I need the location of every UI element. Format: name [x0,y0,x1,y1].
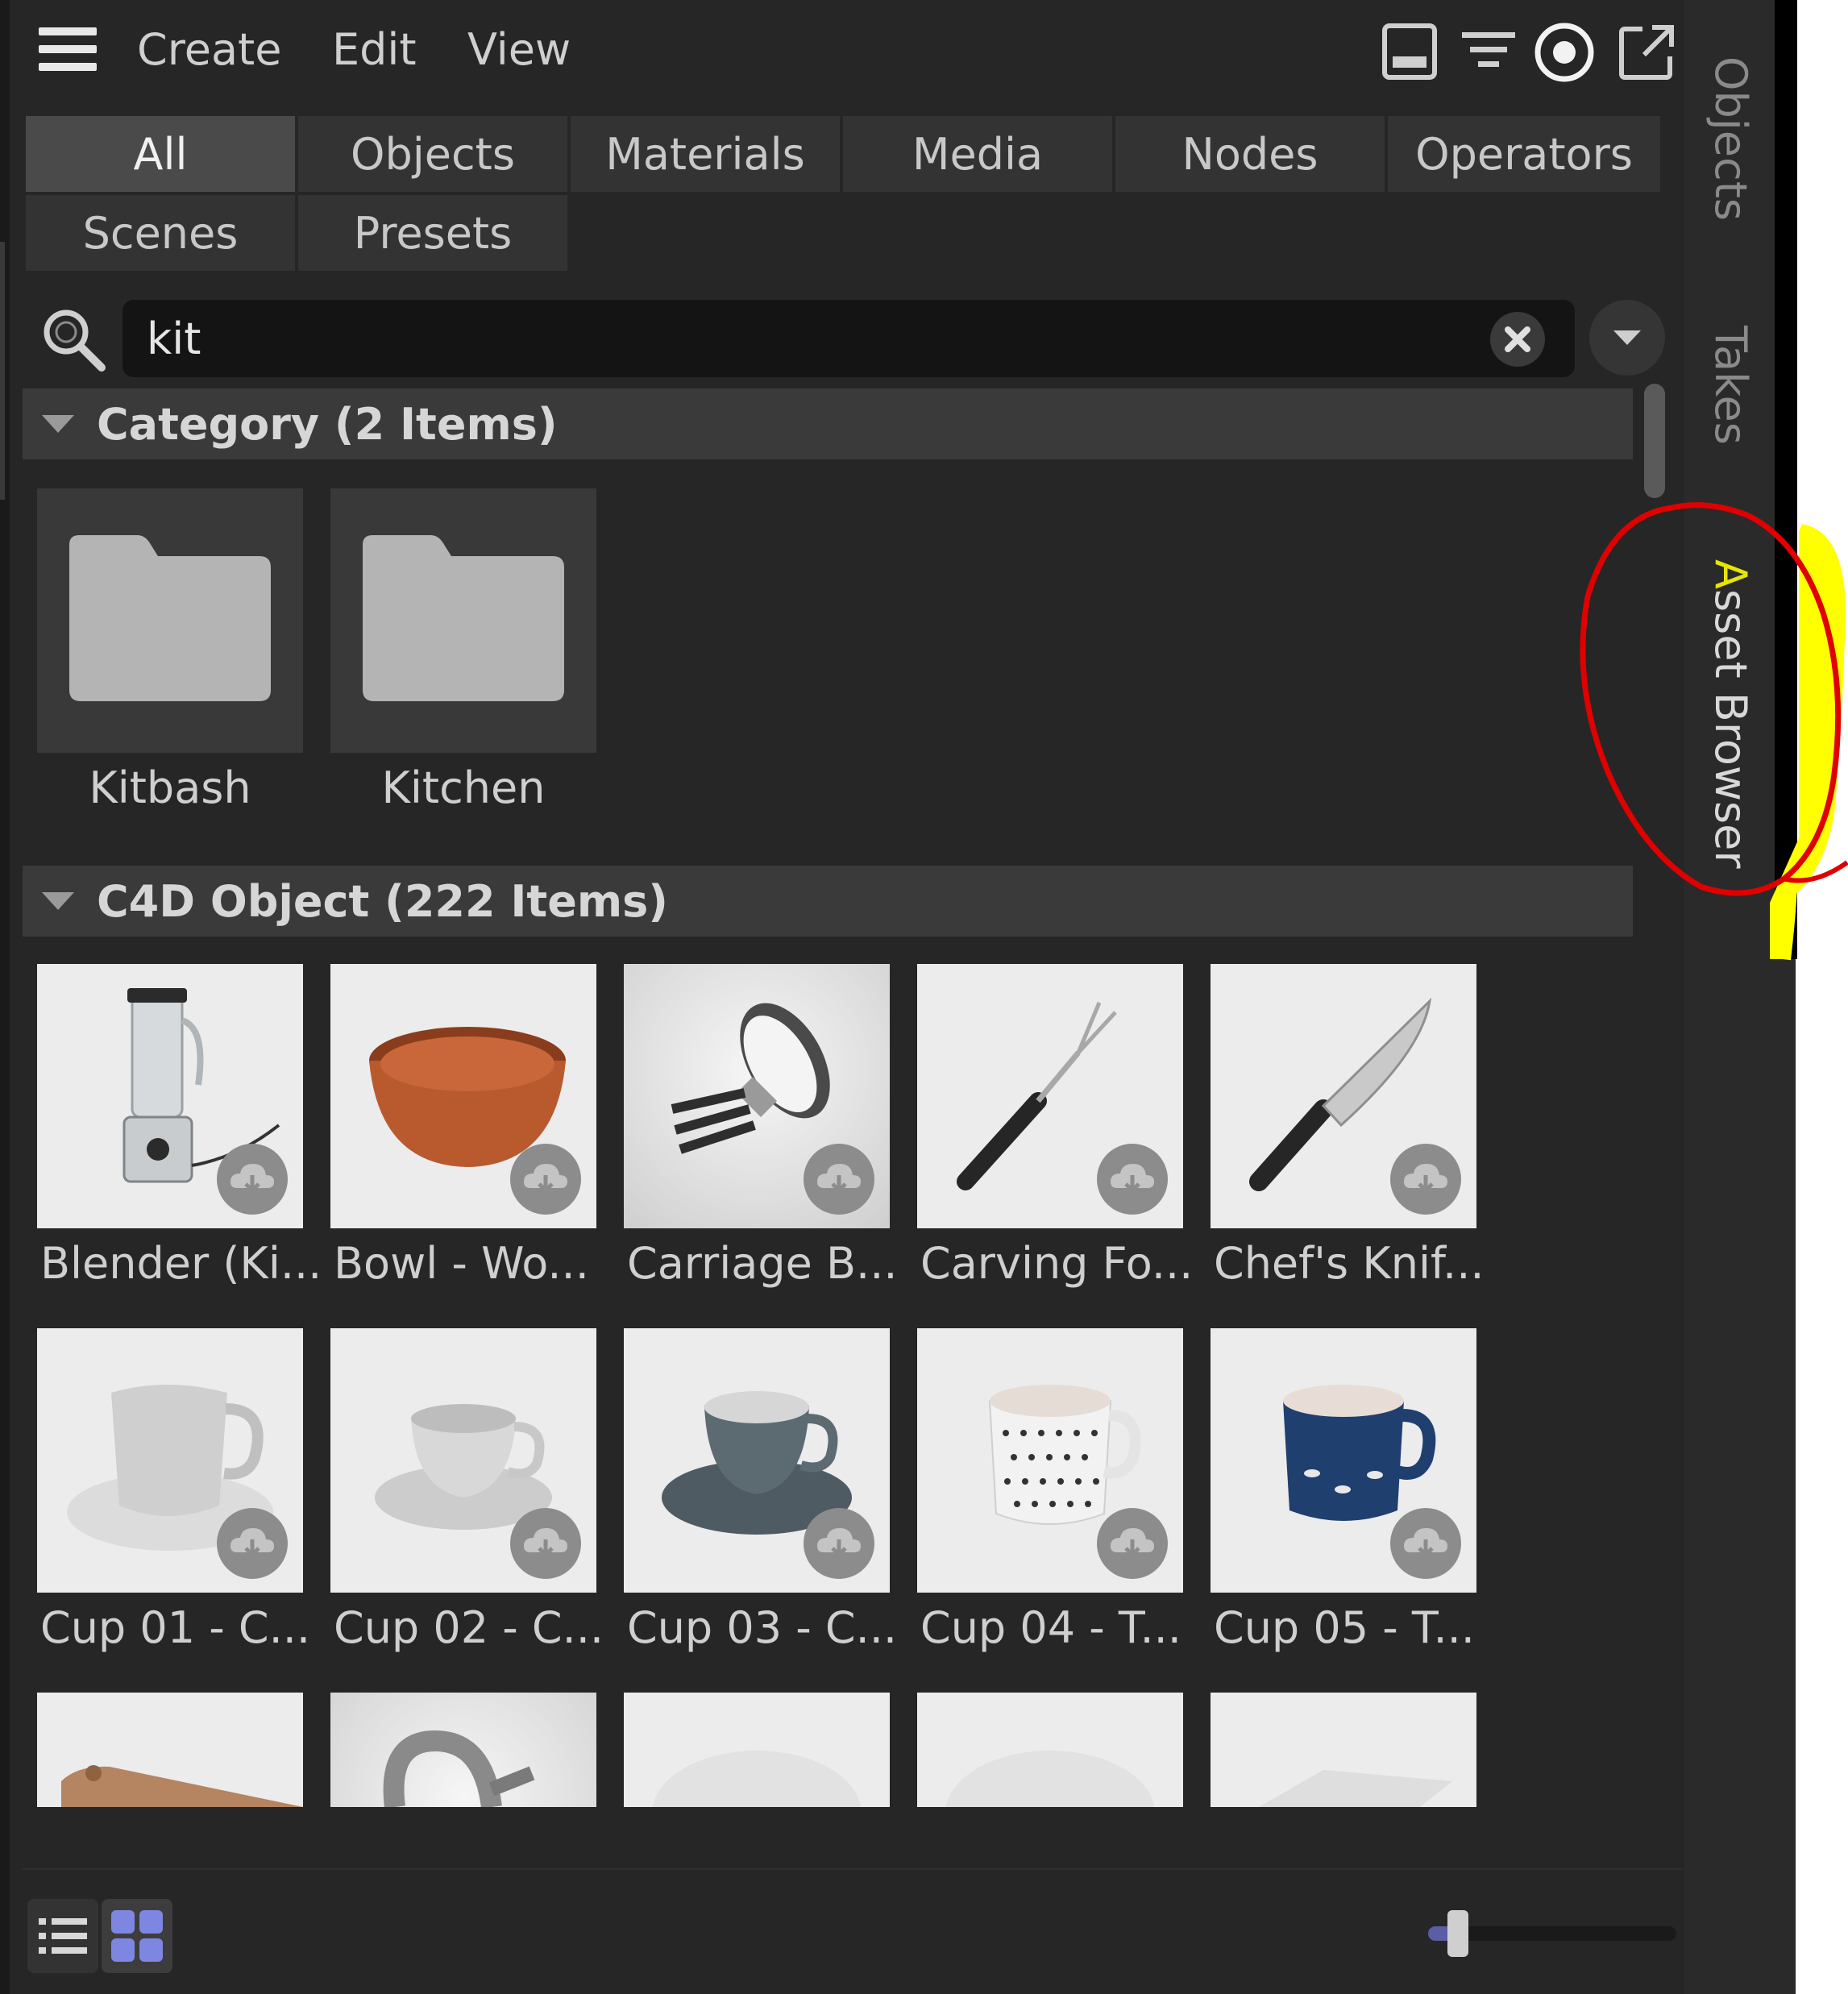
asset-label: Cup 02 - C... [334,1602,604,1653]
tab-materials[interactable]: Materials [571,116,840,192]
list-view-icon [39,1918,87,1954]
search-field [123,300,1575,377]
cloud-download-icon[interactable] [216,1143,289,1215]
tab-all[interactable]: All [26,116,295,192]
square-plate-icon [1259,1770,1452,1807]
search-options-button[interactable] [1589,300,1665,376]
panel-layout-icon[interactable] [1378,21,1441,84]
scrollbar-thumb[interactable] [1644,384,1665,498]
asset-tile-cutting-board[interactable] [37,1693,303,1807]
asset-label: Blender (Ki... [40,1238,322,1289]
cloud-download-icon[interactable] [216,1507,289,1580]
side-strip-edge [1775,0,1797,959]
folder-thumbnail [37,488,303,753]
menu-create[interactable]: Create [137,24,281,76]
asset-tile-carabiner[interactable] [330,1693,596,1807]
cloud-download-icon[interactable] [509,1143,582,1215]
edge-handle [0,242,5,500]
search-input[interactable] [147,300,1468,377]
asset-tile-plate-01[interactable] [624,1693,890,1807]
asset-label: Carriage B... [627,1238,898,1289]
search-icon [44,309,106,372]
slider-thumb[interactable] [1447,1910,1468,1957]
tab-objects[interactable]: Objects [298,116,567,192]
chevron-down-icon [1613,330,1641,345]
plate-icon [652,1751,862,1807]
folder-icon [69,535,271,701]
category-section-title: Category (2 Items) [97,398,558,450]
category-label: Kitchen [381,762,546,813]
asset-label: Bowl - Wo... [334,1238,589,1289]
category-section-header[interactable]: Category (2 Items) [23,388,1633,459]
folder-thumbnail [330,488,596,753]
asset-label: Cup 03 - C... [627,1602,898,1653]
cloud-download-icon[interactable] [803,1143,875,1215]
vertical-scrollbar[interactable] [1641,379,1668,1805]
asset-row-partial [0,1693,1636,1807]
object-section-title: C4D Object (222 Items) [97,875,668,927]
carabiner-icon [383,1730,535,1807]
asset-label: Chef's Knif... [1214,1238,1485,1289]
category-label: Kitbash [89,762,251,813]
asset-label: Cup 04 - T... [920,1602,1181,1653]
side-tab-objects[interactable]: Objects [1705,56,1756,221]
cloud-download-icon[interactable] [509,1507,582,1580]
plate-icon [945,1751,1155,1807]
menu-edit[interactable]: Edit [332,24,417,76]
side-tab-first-letter: A [1705,559,1756,589]
hamburger-menu-icon[interactable] [39,27,100,76]
list-view-button[interactable] [27,1899,98,1973]
object-section-header[interactable]: C4D Object (222 Items) [23,866,1633,937]
grid-view-button[interactable] [102,1899,172,1973]
cloud-download-icon[interactable] [803,1507,875,1580]
asset-label: Carving Fo... [920,1238,1194,1289]
tab-scenes[interactable]: Scenes [26,195,295,271]
cloud-download-icon[interactable] [1096,1143,1169,1215]
collapse-triangle-icon [42,415,74,433]
clear-search-icon[interactable] [1489,311,1546,368]
cloud-download-icon[interactable] [1389,1143,1462,1215]
tab-nodes[interactable]: Nodes [1115,116,1385,192]
asset-tile-square-plate[interactable] [1211,1693,1476,1807]
external-link-icon[interactable] [1615,21,1678,84]
tab-presets[interactable]: Presets [298,195,567,271]
bottom-divider [23,1868,1683,1870]
tab-media[interactable]: Media [843,116,1112,192]
asset-label: Cup 01 - C... [40,1602,311,1653]
side-tab-asset-browser[interactable]: Asset Browser [1705,559,1756,869]
folder-icon [363,535,564,701]
asset-label: Cup 05 - T... [1214,1602,1475,1653]
side-tab-rest: sset Browser [1705,588,1756,869]
cloud-download-icon[interactable] [1096,1507,1169,1580]
cutting-board-icon [61,1765,303,1807]
grid-view-icon [111,1910,163,1962]
record-target-icon[interactable] [1533,21,1596,84]
tab-operators[interactable]: Operators [1388,116,1660,192]
filter-icon[interactable] [1457,21,1520,84]
collapse-triangle-icon [42,892,74,910]
menu-view[interactable]: View [467,24,571,76]
side-tab-takes[interactable]: Takes [1705,326,1756,445]
asset-tile-plate-02[interactable] [917,1693,1183,1807]
cloud-download-icon[interactable] [1389,1507,1462,1580]
